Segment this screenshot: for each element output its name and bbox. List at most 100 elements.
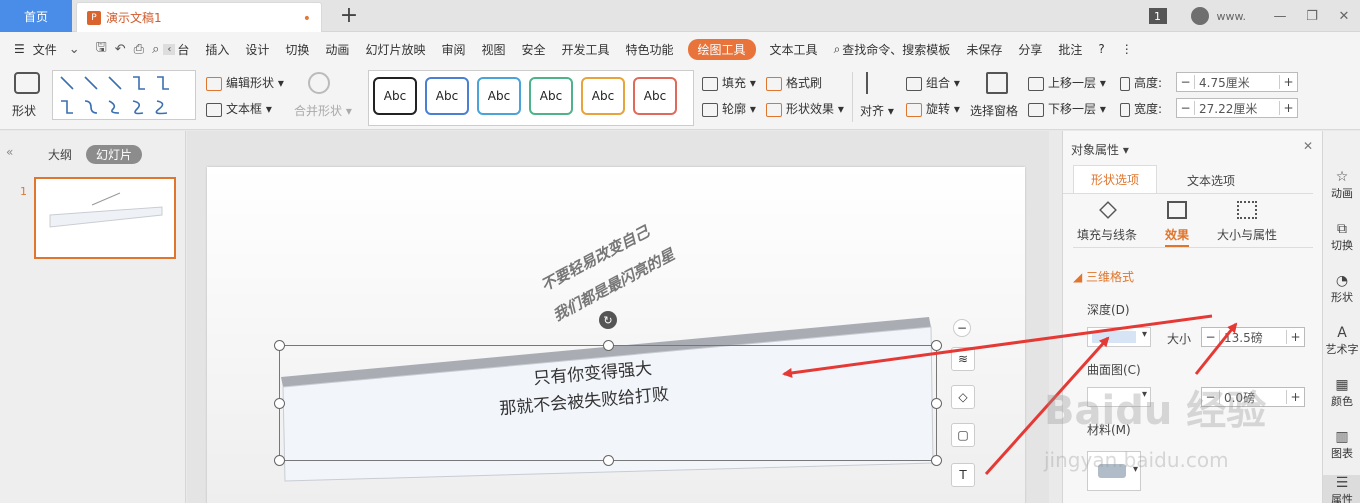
collapse-left-icon[interactable]: ‹ bbox=[163, 43, 176, 55]
menu-design[interactable]: 设计 bbox=[237, 41, 277, 58]
save-icon[interactable]: 🖫 bbox=[92, 38, 111, 60]
tab-text-options[interactable]: 文本选项 bbox=[1187, 172, 1235, 189]
shape-effect-button[interactable]: 形状效果 ▾ bbox=[766, 100, 844, 117]
edit-shape-button[interactable]: 编辑形状 ▾ bbox=[206, 74, 284, 91]
depth-color-dropdown[interactable]: ▾ bbox=[1087, 327, 1151, 347]
fill-bucket-icon[interactable]: ◇ bbox=[951, 385, 975, 409]
tab-shape-options[interactable]: 形状选项 bbox=[1073, 165, 1157, 193]
width-decrease-button[interactable]: − bbox=[1177, 101, 1195, 115]
depth-size-input[interactable]: − 13.5磅 + bbox=[1201, 327, 1305, 347]
width-value[interactable]: 27.22厘米 bbox=[1195, 100, 1279, 117]
resize-handle[interactable] bbox=[274, 340, 285, 351]
line-shapes-gallery[interactable] bbox=[52, 70, 196, 120]
print-icon[interactable]: ⎙ bbox=[130, 42, 148, 57]
menu-insert[interactable]: 插入 bbox=[197, 41, 237, 58]
more-icon[interactable]: ⋮ bbox=[1113, 42, 1141, 56]
sidebar-chart[interactable]: ▥ 图表 bbox=[1323, 429, 1360, 461]
sidebar-property[interactable]: ☰ 属性 bbox=[1323, 475, 1360, 503]
height-decrease-button[interactable]: − bbox=[1177, 75, 1195, 89]
user-name[interactable]: www. bbox=[1217, 10, 1246, 23]
send-backward-button[interactable]: 下移一层 ▾ bbox=[1028, 100, 1106, 117]
comment-button[interactable]: 批注 bbox=[1050, 41, 1090, 58]
outline-frame-icon[interactable]: ▢ bbox=[951, 423, 975, 447]
menu-review[interactable]: 审阅 bbox=[433, 41, 473, 58]
zoom-out-icon[interactable]: − bbox=[953, 319, 971, 337]
menu-animation[interactable]: 动画 bbox=[317, 41, 357, 58]
menu-start[interactable]: 台 bbox=[175, 41, 197, 58]
menu-security[interactable]: 安全 bbox=[513, 41, 553, 58]
height-increase-button[interactable]: + bbox=[1279, 75, 1297, 89]
depth-size-value[interactable]: 13.5磅 bbox=[1220, 329, 1286, 346]
shape-button[interactable]: 形状 bbox=[12, 102, 36, 119]
menu-file[interactable]: 文件 bbox=[33, 41, 65, 58]
resize-handle[interactable] bbox=[931, 398, 942, 409]
search-icon[interactable]: ⌕ bbox=[826, 42, 841, 57]
undo-icon[interactable]: ↶ bbox=[111, 42, 130, 57]
restore-icon[interactable]: ❐ bbox=[1296, 9, 1328, 24]
resize-handle[interactable] bbox=[603, 455, 614, 466]
style-abc-5[interactable]: Abc bbox=[581, 77, 625, 115]
merge-shape-button[interactable]: 合并形状 ▾ bbox=[294, 102, 352, 119]
width-increase-button[interactable]: + bbox=[1279, 101, 1297, 115]
window-count-badge[interactable]: 1 bbox=[1148, 8, 1167, 24]
depth-increase-button[interactable]: + bbox=[1286, 330, 1304, 344]
rotate-handle-icon[interactable]: ↻ bbox=[599, 311, 617, 329]
sidebar-transition[interactable]: ⧉ 切换 bbox=[1323, 221, 1360, 253]
preview-icon[interactable]: ⌕ bbox=[148, 42, 163, 57]
menu-slideshow[interactable]: 幻灯片放映 bbox=[357, 41, 433, 58]
tab-slides[interactable]: 幻灯片 bbox=[86, 145, 143, 164]
group-button[interactable]: 组合 ▾ bbox=[906, 74, 960, 91]
depth-decrease-button[interactable]: − bbox=[1202, 330, 1220, 344]
menu-text-tools[interactable]: 文本工具 bbox=[762, 41, 826, 58]
style-abc-6[interactable]: Abc bbox=[633, 77, 677, 115]
menu-view[interactable]: 视图 bbox=[473, 41, 513, 58]
bring-forward-button[interactable]: 上移一层 ▾ bbox=[1028, 74, 1106, 91]
share-button[interactable]: 分享 bbox=[1010, 41, 1050, 58]
style-abc-3[interactable]: Abc bbox=[477, 77, 521, 115]
help-icon[interactable]: ? bbox=[1090, 42, 1112, 56]
menu-transition[interactable]: 切换 bbox=[277, 41, 317, 58]
menu-features[interactable]: 特色功能 bbox=[618, 41, 682, 58]
sidebar-shape[interactable]: ◔ 形状 bbox=[1323, 273, 1360, 305]
section-3d-format[interactable]: ◢ 三维格式 bbox=[1073, 268, 1134, 285]
outline-button[interactable]: 轮廓 ▾ bbox=[702, 100, 756, 117]
style-abc-4[interactable]: Abc bbox=[529, 77, 573, 115]
text-box-button[interactable]: 文本框 ▾ bbox=[206, 100, 272, 117]
close-icon[interactable]: ✕ bbox=[1328, 9, 1360, 24]
resize-handle[interactable] bbox=[931, 455, 942, 466]
shape-style-gallery[interactable]: Abc Abc Abc Abc Abc Abc bbox=[368, 70, 694, 126]
height-value[interactable]: 4.75厘米 bbox=[1195, 74, 1279, 91]
sidebar-color[interactable]: ▦ 颜色 bbox=[1323, 377, 1360, 409]
tab-outline[interactable]: 大纲 bbox=[48, 146, 72, 163]
width-input[interactable]: − 27.22厘米 + bbox=[1176, 98, 1298, 118]
slide[interactable]: 不要轻易改变自己 我们都是最闪亮的星 只有你变得强大 那就不会被失败给打败 ↻ bbox=[207, 167, 1025, 503]
chevron-down-icon[interactable]: ⌄ bbox=[65, 42, 84, 57]
panel-title[interactable]: 对象属性 ▾ bbox=[1071, 141, 1129, 158]
align-button[interactable]: 对齐 ▾ bbox=[860, 102, 894, 119]
menu-drawing-tools[interactable]: 绘图工具 bbox=[687, 38, 756, 60]
menu-developer[interactable]: 开发工具 bbox=[554, 41, 618, 58]
subtab-effect[interactable]: 效果 bbox=[1165, 226, 1190, 247]
subtab-fill-line[interactable]: 填充与线条 bbox=[1077, 226, 1137, 243]
search-commands[interactable]: 查找命令、搜索模板 bbox=[840, 41, 958, 58]
selection-pane-button[interactable]: 选择窗格 bbox=[970, 102, 1018, 119]
sidebar-wordart[interactable]: A 艺术字 bbox=[1323, 325, 1360, 357]
subtab-size-property[interactable]: 大小与属性 bbox=[1217, 226, 1277, 243]
unsaved-status[interactable]: 未保存 bbox=[958, 41, 1010, 58]
collapse-panel-icon[interactable]: « bbox=[6, 145, 13, 159]
height-input[interactable]: − 4.75厘米 + bbox=[1176, 72, 1298, 92]
slide-thumbnail[interactable] bbox=[34, 177, 176, 259]
resize-handle[interactable] bbox=[931, 340, 942, 351]
resize-handle[interactable] bbox=[274, 398, 285, 409]
sidebar-animation[interactable]: ☆ 动画 bbox=[1323, 169, 1360, 201]
tab-document[interactable]: P 演示文稿1 • bbox=[76, 2, 322, 32]
resize-handle[interactable] bbox=[274, 455, 285, 466]
selection-frame[interactable] bbox=[279, 345, 937, 461]
add-tab-button[interactable]: + bbox=[338, 3, 360, 28]
hamburger-icon[interactable]: ☰ bbox=[0, 42, 33, 56]
fill-button[interactable]: 填充 ▾ bbox=[702, 74, 756, 91]
text-frame-icon[interactable]: T bbox=[951, 463, 975, 487]
minimize-icon[interactable]: — bbox=[1264, 9, 1296, 24]
rotate-button[interactable]: 旋转 ▾ bbox=[906, 100, 960, 117]
close-panel-icon[interactable]: ✕ bbox=[1303, 139, 1313, 153]
